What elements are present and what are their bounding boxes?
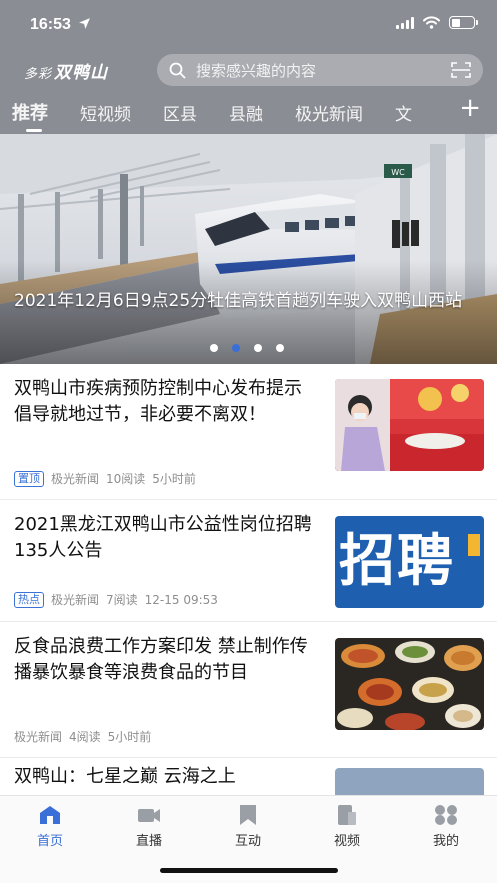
app-logo[interactable]: 多彩 双鸭山 — [24, 58, 108, 83]
tabbar-interact[interactable]: 互动 — [208, 804, 288, 849]
news-source: 极光新闻 — [51, 472, 100, 486]
carousel-dot-active[interactable] — [232, 344, 240, 352]
tabbar-label: 我的 — [432, 834, 459, 849]
news-thumbnail — [335, 638, 484, 730]
logo-name: 双鸭山 — [54, 63, 109, 83]
news-time: 12-15 09:53 — [144, 592, 218, 607]
news-title: 2021黑龙江双鸭山市公益性岗位招聘135人公告 — [14, 514, 312, 561]
tab-districts[interactable]: 区县 — [163, 100, 197, 125]
tabbar-label: 互动 — [234, 834, 261, 849]
tab-short-video[interactable]: 短视频 — [80, 100, 131, 125]
carousel-dot[interactable] — [254, 344, 262, 352]
news-time: 5小时前 — [152, 472, 196, 486]
search-icon — [169, 62, 186, 78]
home-indicator — [160, 868, 338, 873]
news-title: 双鸭山：七星之巅 云海之上 — [14, 766, 236, 787]
banner-caption[interactable]: 2021年12月6日9点25分牡佳高铁首趟列车驶入双鸭山西站 — [14, 290, 484, 312]
tabbar-label: 首页 — [36, 834, 63, 849]
channel-tabs: 推荐 短视频 区县 县融 极光新闻 文 — [12, 94, 497, 132]
news-thumbnail: 招聘 — [335, 516, 484, 608]
status-time: 16:53 — [30, 16, 91, 34]
video-camera-icon — [138, 809, 160, 822]
news-time: 5小时前 — [107, 730, 152, 744]
news-thumbnail — [335, 379, 484, 471]
search-bar[interactable]: 搜索感兴趣的内容 — [157, 54, 483, 86]
home-icon — [40, 806, 60, 824]
news-reads: 7阅读 — [106, 593, 138, 607]
logo-prefix: 多彩 — [24, 67, 53, 82]
news-thumbnail — [335, 768, 484, 798]
recruit-thumb-accent — [468, 534, 480, 556]
news-item[interactable]: 双鸭山市疾病预防控制中心发布提示 倡导就地过节，非必要不离双！ 置顶 极光新闻 … — [0, 364, 497, 500]
news-meta: 热点 极光新闻 7阅读 12-15 09:53 — [14, 591, 225, 608]
tab-culture[interactable]: 文 — [395, 100, 412, 125]
food-photo — [335, 638, 484, 730]
news-reads: 4阅读 — [69, 730, 101, 744]
tab-recommend[interactable]: 推荐 — [12, 99, 48, 132]
banner-train-image: WC — [0, 134, 497, 364]
news-item[interactable]: 反食品浪费工作方案印发 禁止制作传播暴饮暴食等浪费食品的节目 极光新闻 4阅读 … — [0, 622, 497, 758]
tabbar-live[interactable]: 直播 — [109, 804, 189, 849]
hot-badge: 热点 — [14, 591, 44, 608]
tabbar-profile[interactable]: 我的 — [406, 804, 486, 849]
app-header: 16:53 多彩 双鸭山 搜索感兴趣的内容 推荐 短视频 区县 县融 极光新闻 … — [0, 0, 497, 134]
bookmark-icon — [240, 805, 256, 825]
recruit-thumb-text: 招聘 — [339, 529, 455, 594]
news-meta: 置顶 极光新闻 10阅读 5小时前 — [14, 470, 203, 487]
carousel-indicator — [210, 344, 284, 352]
news-item[interactable]: 双鸭山：七星之巅 云海之上 — [0, 758, 497, 798]
status-indicators — [396, 16, 478, 29]
carousel-dot[interactable] — [276, 344, 284, 352]
festival-photo — [335, 379, 484, 471]
scan-icon[interactable] — [451, 62, 471, 78]
banner-carousel[interactable]: WC — [0, 134, 497, 364]
tab-county-media[interactable]: 县融 — [229, 100, 263, 125]
tabbar-video[interactable]: 视频 — [307, 804, 387, 849]
news-source: 极光新闻 — [51, 593, 100, 607]
wifi-icon — [423, 16, 440, 29]
document-icon — [338, 805, 356, 825]
battery-icon — [449, 16, 478, 29]
cellular-signal-icon — [396, 16, 414, 29]
news-reads: 10阅读 — [106, 472, 146, 486]
profile-icon — [435, 805, 457, 825]
tabbar-label: 视频 — [333, 834, 360, 849]
location-arrow-icon — [79, 18, 91, 29]
pinned-badge: 置顶 — [14, 470, 44, 487]
clock-time: 16:53 — [30, 16, 71, 33]
news-item[interactable]: 2021黑龙江双鸭山市公益性岗位招聘135人公告 热点 极光新闻 7阅读 12-… — [0, 500, 497, 622]
news-source: 极光新闻 — [14, 730, 63, 744]
search-input[interactable]: 搜索感兴趣的内容 — [196, 60, 451, 81]
news-meta: 极光新闻 4阅读 5小时前 — [14, 728, 158, 745]
news-title: 反食品浪费工作方案印发 禁止制作传播暴饮暴食等浪费食品的节目 — [14, 636, 308, 683]
tabbar-label: 直播 — [135, 834, 162, 849]
tab-aurora-news[interactable]: 极光新闻 — [295, 100, 363, 125]
news-title: 双鸭山市疾病预防控制中心发布提示 倡导就地过节，非必要不离双！ — [14, 378, 302, 425]
tabbar-home[interactable]: 首页 — [10, 804, 90, 849]
status-bar: 16:53 — [0, 0, 497, 50]
add-channel-button[interactable]: + — [459, 95, 481, 121]
carousel-dot[interactable] — [210, 344, 218, 352]
